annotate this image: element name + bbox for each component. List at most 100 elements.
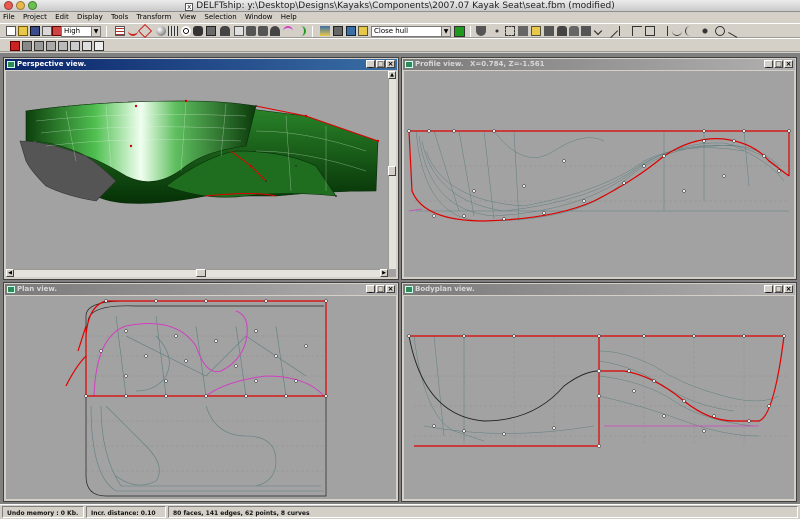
move-point-icon[interactable] xyxy=(505,26,515,36)
buttocks-icon[interactable] xyxy=(220,26,230,36)
minimize-icon[interactable]: _ xyxy=(366,285,375,293)
plan-drawing xyxy=(65,299,328,497)
perspective-view-window[interactable]: Perspective view. _ □ × ▲ ◀ ▶ xyxy=(3,57,399,280)
unlock-icon[interactable] xyxy=(569,26,579,36)
active-layer-icon[interactable] xyxy=(358,26,368,36)
extrude-icon[interactable] xyxy=(531,26,541,36)
shield-icon[interactable] xyxy=(476,26,486,36)
maximize-icon[interactable]: □ xyxy=(774,285,783,293)
close-icon[interactable]: × xyxy=(784,285,793,293)
menu-view[interactable]: View xyxy=(177,12,200,23)
menu-edit[interactable]: Edit xyxy=(52,12,72,23)
plan-view-titlebar[interactable]: Plan view. _ □ × xyxy=(5,284,397,295)
mirror-view-icon[interactable] xyxy=(82,41,92,51)
close-icon[interactable]: × xyxy=(386,60,395,68)
split-edge-icon[interactable] xyxy=(619,26,629,36)
waterlines-icon[interactable] xyxy=(234,26,244,36)
green-curve-icon[interactable] xyxy=(296,26,306,36)
diagonals-icon[interactable] xyxy=(246,26,256,36)
view-top-icon[interactable] xyxy=(46,41,56,51)
view-side-icon[interactable] xyxy=(34,41,44,51)
plan-canvas[interactable] xyxy=(6,296,396,499)
perspective-hull-render xyxy=(19,99,380,204)
save-disk-icon[interactable] xyxy=(30,26,40,36)
crease-edge-icon[interactable] xyxy=(685,26,695,36)
perspective-horizontal-scrollbar[interactable]: ◀ ▶ xyxy=(6,269,388,277)
profile-view-window[interactable]: Profile view. X=0.784, Z=-1.561 _ □ × xyxy=(401,57,797,280)
scroll-right-icon[interactable]: ▶ xyxy=(380,269,388,277)
menu-window[interactable]: Window xyxy=(242,12,276,23)
cross-icon[interactable] xyxy=(632,26,642,36)
scroll-left-icon[interactable]: ◀ xyxy=(6,269,14,277)
bodyplan-view-window[interactable]: Bodyplan view. _ □ × xyxy=(401,282,797,502)
mesh-grid-icon[interactable] xyxy=(168,26,178,36)
scroll-up-icon[interactable]: ▲ xyxy=(388,71,396,79)
perspective-vertical-scrollbar[interactable]: ▲ xyxy=(388,71,396,269)
horizontal-scroll-thumb[interactable] xyxy=(196,269,206,277)
bodyplan-canvas[interactable] xyxy=(404,296,794,499)
layer-visibility-icon[interactable] xyxy=(333,26,343,36)
collapse-edge-icon[interactable] xyxy=(645,26,655,36)
rotate-view-icon[interactable] xyxy=(94,41,104,51)
import-icon[interactable] xyxy=(42,26,52,36)
precision-select[interactable]: High ▼ xyxy=(61,26,101,37)
close-icon[interactable]: × xyxy=(784,60,793,68)
perspective-view-titlebar[interactable]: Perspective view. _ □ × xyxy=(5,59,397,70)
view-3d-icon[interactable] xyxy=(58,41,68,51)
layer-properties-icon[interactable] xyxy=(346,26,356,36)
minimize-icon[interactable]: _ xyxy=(764,60,773,68)
active-layer-select[interactable]: Close hull ▼ xyxy=(371,26,451,37)
hull-shape-icon[interactable] xyxy=(270,26,280,36)
vertical-scroll-thumb[interactable] xyxy=(388,166,396,176)
menu-display[interactable]: Display xyxy=(74,12,106,23)
lock-icon[interactable] xyxy=(557,26,567,36)
curve-icon[interactable] xyxy=(128,26,138,36)
chevron-down-icon[interactable]: ▼ xyxy=(91,27,100,36)
maximize-icon[interactable]: □ xyxy=(774,60,783,68)
menu-selection[interactable]: Selection xyxy=(201,12,239,23)
open-folder-icon[interactable] xyxy=(18,26,28,36)
minimize-icon[interactable]: _ xyxy=(366,60,375,68)
zoom-extents-icon[interactable] xyxy=(10,41,20,51)
check-icon[interactable] xyxy=(593,26,603,36)
close-icon[interactable]: × xyxy=(386,285,395,293)
maximize-icon[interactable]: □ xyxy=(376,285,385,293)
add-point-icon[interactable] xyxy=(492,26,502,36)
layer-color-swatch[interactable] xyxy=(454,26,465,37)
edit-curve-icon[interactable] xyxy=(137,23,153,39)
perspective-canvas[interactable]: ▲ ◀ ▶ xyxy=(6,71,396,277)
flowlines-icon[interactable] xyxy=(258,26,268,36)
menu-file[interactable]: File xyxy=(0,12,18,23)
view-front-icon[interactable] xyxy=(22,41,32,51)
rectangle-icon[interactable] xyxy=(518,26,528,36)
edit-arrow-icon[interactable] xyxy=(728,24,742,38)
stations-icon[interactable] xyxy=(206,26,216,36)
collapse-icon[interactable] xyxy=(581,26,591,36)
menu-help[interactable]: Help xyxy=(278,12,300,23)
menu-tools[interactable]: Tools xyxy=(108,12,131,23)
draw-line-icon[interactable] xyxy=(603,23,619,39)
intersect-icon[interactable] xyxy=(715,26,725,36)
crease-icon[interactable] xyxy=(672,26,682,36)
minimize-icon[interactable]: _ xyxy=(764,285,773,293)
grid-icon[interactable] xyxy=(115,26,125,36)
bodyplan-view-titlebar[interactable]: Bodyplan view. _ □ × xyxy=(403,284,795,295)
view-bodyplan-icon[interactable] xyxy=(70,41,80,51)
plan-view-window[interactable]: Plan view. _ □ × xyxy=(3,282,399,502)
maximize-icon[interactable]: □ xyxy=(376,60,385,68)
view-window-icon xyxy=(7,286,15,293)
wizard-icon[interactable] xyxy=(700,26,710,36)
menu-transform[interactable]: Transform xyxy=(133,12,174,23)
magenta-curve-icon[interactable] xyxy=(283,26,293,36)
insert-edge-icon[interactable] xyxy=(658,26,668,36)
new-file-icon[interactable] xyxy=(6,26,16,36)
menu-project[interactable]: Project xyxy=(20,12,50,23)
zebra-icon[interactable] xyxy=(181,26,191,36)
curvature-icon[interactable] xyxy=(193,26,203,36)
layers-icon[interactable] xyxy=(320,26,330,36)
profile-canvas[interactable] xyxy=(404,71,794,277)
insert-plane-icon[interactable] xyxy=(544,26,554,36)
chevron-down-icon[interactable]: ▼ xyxy=(441,27,450,36)
profile-view-titlebar[interactable]: Profile view. X=0.784, Z=-1.561 _ □ × xyxy=(403,59,795,70)
shade-sphere-icon[interactable] xyxy=(156,26,166,36)
